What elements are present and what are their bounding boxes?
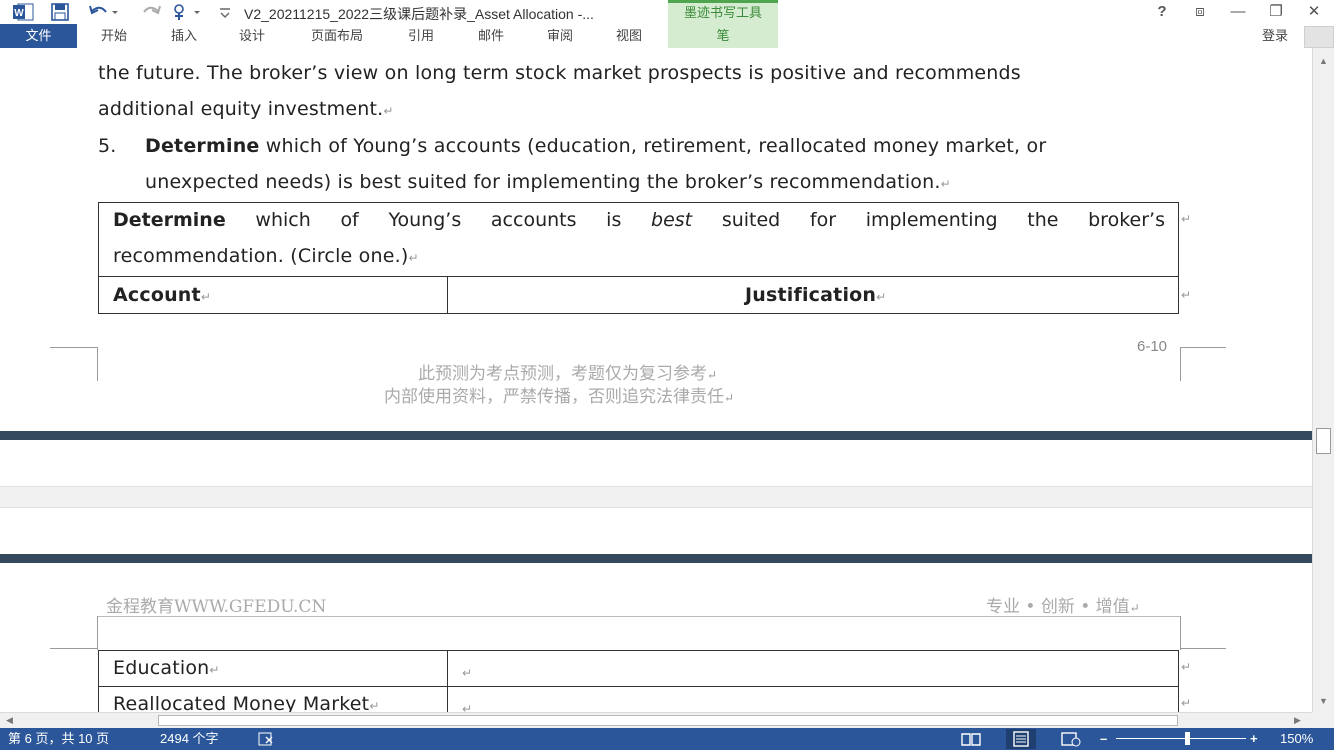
tab-view[interactable]: 视图 [603,24,655,48]
end-of-row-mark: ↵ [1181,288,1192,302]
page-number: 6-10 [1137,338,1168,355]
zoom-in-button[interactable]: + [1250,728,1258,750]
crop-mark [50,648,98,649]
question-text: Determine which of Young’s accounts (edu… [145,135,1047,157]
paragraph-line: additional equity investment.↵ [98,98,394,120]
ink-tools-tab-group: 墨迹书写工具 [668,0,778,24]
scroll-left-arrow[interactable]: ◀ [6,715,13,726]
web-layout-icon[interactable] [1060,731,1082,754]
title-bar: W V2_20211215_2022三级课后题补录_Asset Allocati… [0,0,1334,24]
tab-pen[interactable]: 笔 [668,24,778,48]
table-row-divider [98,686,1179,687]
document-title: V2_20211215_2022三级课后题补录_Asset Allocation… [244,6,594,22]
restore-button[interactable]: ❐ [1262,2,1290,22]
crop-mark [97,347,98,381]
scroll-down-arrow[interactable]: ▼ [1319,696,1328,706]
paragraph-mark: ↵ [940,177,951,191]
tab-review[interactable]: 审阅 [534,24,586,48]
header-rule [97,616,1181,617]
tab-file[interactable]: 文件 [0,24,77,48]
crop-mark [97,616,98,650]
page-break-separator [0,554,1312,563]
undo-icon[interactable] [88,2,118,22]
scroll-up-arrow[interactable]: ▲ [1319,56,1328,66]
help-button[interactable]: ? [1148,2,1176,22]
column-header-justification: Justification↵ [745,284,887,306]
header-left: 金程教育WWW.GFEDU.CN [106,597,327,617]
horizontal-scrollbar[interactable]: ◀ ▶ [0,712,1312,728]
touch-mode-icon[interactable] [170,2,204,22]
minimize-button[interactable]: — [1224,2,1252,22]
tab-design[interactable]: 设计 [226,24,278,48]
zoom-slider-thumb[interactable] [1185,732,1190,745]
crop-mark [1180,347,1226,348]
crop-mark [50,347,98,348]
table-prompt-line: Determine which of Young’s accounts is b… [113,209,1165,231]
table-row[interactable]: Education↵ [113,657,220,679]
end-of-cell-mark: ↵ [1181,212,1192,226]
zoom-out-button[interactable]: – [1100,728,1107,750]
close-button[interactable]: ✕ [1300,2,1328,22]
crop-mark [1180,347,1181,381]
table-prompt-line2: recommendation. (Circle one.)↵ [113,245,419,267]
end-of-row-mark: ↵ [1181,660,1192,674]
table-row-divider [98,276,1179,277]
vertical-scrollbar[interactable]: ▲ ▼ [1312,48,1334,712]
redo-icon[interactable] [140,2,162,22]
status-bar: 第 6 页，共 10 页 2494 个字 – + 150% [0,728,1334,750]
table-row[interactable]: Reallocated Money Market↵ [113,693,380,712]
ribbon-tab-bar: 文件 开始 插入 设计 页面布局 引用 邮件 审阅 视图 笔 登录 [0,24,1334,48]
print-layout-icon[interactable] [1006,729,1036,749]
save-icon[interactable] [50,2,70,22]
question-number: 5. [98,135,117,157]
horizontal-scroll-thumb[interactable] [158,715,1178,726]
tab-page-layout[interactable]: 页面布局 [300,24,374,48]
avatar[interactable] [1304,26,1334,48]
tab-insert[interactable]: 插入 [158,24,210,48]
end-of-row-mark: ↵ [1181,696,1192,710]
page-break-separator [0,431,1312,440]
document-canvas[interactable]: the future. The broker’s view on long te… [0,48,1312,712]
page-gap [0,486,1312,508]
crop-mark [1180,616,1181,650]
crop-mark [1180,648,1226,649]
paragraph-line: the future. The broker’s view on long te… [98,62,1021,84]
zoom-level[interactable]: 150% [1280,728,1313,750]
scroll-right-arrow[interactable]: ▶ [1294,715,1301,726]
word-app-icon[interactable]: W [12,2,34,22]
tab-mailings[interactable]: 邮件 [465,24,517,48]
footer-disclaimer-line2: 内部使用资料，严禁传播，否则追究法律责任↵ [384,387,735,407]
page-count-indicator[interactable]: 第 6 页，共 10 页 [8,728,109,750]
tab-home[interactable]: 开始 [88,24,140,48]
footer-disclaimer-line1: 此预测为考点预测，考题仅为复习参考↵ [418,364,718,384]
header-right: 专业 • 创新 • 增值↵ [986,597,1140,617]
proofing-icon[interactable] [258,731,278,754]
word-count-indicator[interactable]: 2494 个字 [160,728,219,750]
column-header-account: Account↵ [113,284,212,306]
sign-in-link[interactable]: 登录 [1262,24,1288,48]
table-cell-empty[interactable]: ↵ [462,666,472,680]
ribbon-display-options-button[interactable]: ⧈ [1186,2,1214,22]
question-text-line2: unexpected needs) is best suited for imp… [145,171,951,193]
read-mode-icon[interactable] [960,731,982,754]
table-column-divider [447,650,448,712]
table-cell-empty[interactable]: ↵ [462,702,472,712]
scrollbar-corner [1312,712,1334,728]
svg-text:W: W [14,8,24,19]
question-bold: Determine [145,135,260,157]
customize-qat-icon[interactable] [218,2,232,22]
table-column-divider [447,276,448,314]
paragraph-mark: ↵ [383,104,394,118]
zoom-slider[interactable] [1116,738,1246,739]
vertical-scroll-thumb[interactable] [1316,428,1331,454]
tab-references[interactable]: 引用 [395,24,447,48]
